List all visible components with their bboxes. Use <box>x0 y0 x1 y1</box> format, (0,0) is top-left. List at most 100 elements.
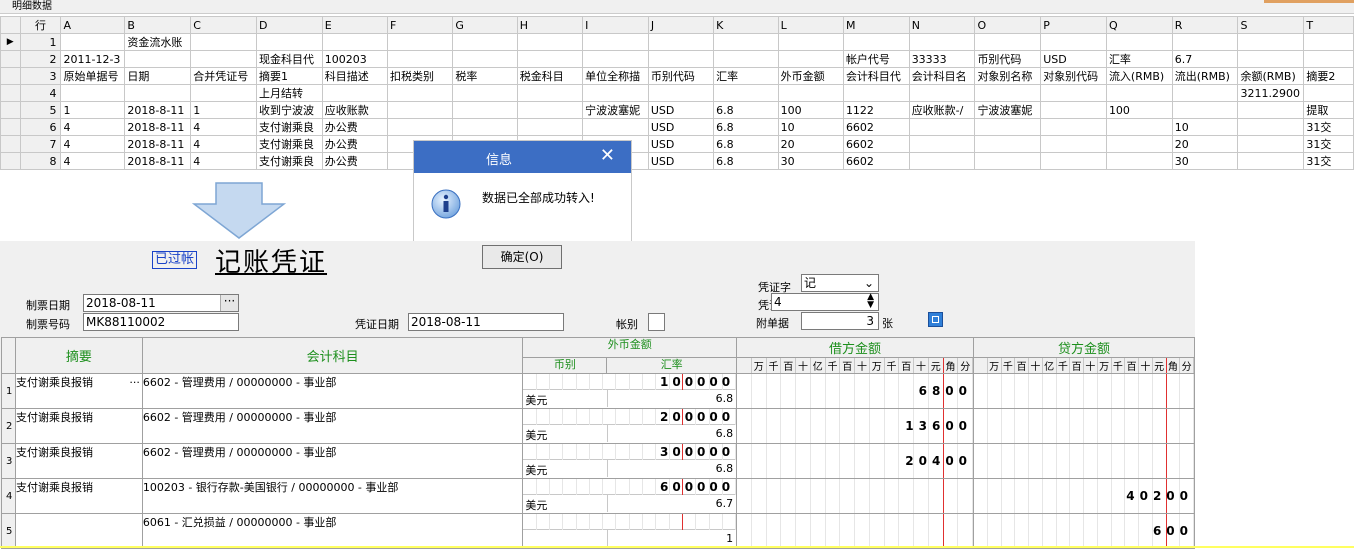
grid-cell[interactable] <box>1105 152 1173 170</box>
close-icon[interactable]: ✕ <box>600 145 615 166</box>
grid-cell[interactable]: 对象别代码 <box>1040 67 1107 85</box>
grid-cell[interactable] <box>516 101 584 119</box>
grid-cell[interactable] <box>1237 135 1305 153</box>
grid-cell[interactable]: 2018-8-11 <box>124 152 192 170</box>
line-debit-amount[interactable]: 6800 <box>736 373 975 409</box>
grid-cell[interactable]: 会计科目代 <box>842 67 910 85</box>
line-account[interactable]: 6602 - 管理费用 / 00000000 - 事业部 <box>141 443 524 479</box>
grid-cell[interactable]: 宁波波塞妮 <box>974 101 1042 119</box>
row-selector[interactable] <box>0 135 21 153</box>
grid-cell[interactable]: 31交 <box>1303 135 1354 153</box>
grid-cell[interactable]: USD <box>1040 50 1107 68</box>
grid-cell[interactable] <box>1040 152 1107 170</box>
grid-cell[interactable] <box>387 84 454 102</box>
grid-cell[interactable]: 应收账款 <box>321 101 389 119</box>
row-selector[interactable] <box>0 67 21 85</box>
grid-cell[interactable]: 1122 <box>842 101 910 119</box>
grid-cell[interactable]: 应收账款-/ <box>908 101 976 119</box>
line-fx-amount[interactable]: 600000 美元 6.7 <box>522 478 738 514</box>
grid-cell[interactable] <box>974 33 1042 51</box>
voucher-date-field[interactable]: 2018-08-11 <box>408 313 564 331</box>
stepper-arrows-icon[interactable]: ▲ ▼ <box>867 293 874 310</box>
column-header[interactable]: G <box>452 16 518 34</box>
row-selector[interactable] <box>0 101 21 119</box>
column-header[interactable]: Q <box>1105 16 1173 34</box>
voucher-word-select[interactable]: 记 ⌄ <box>801 274 879 292</box>
grid-cell[interactable]: 6602 <box>842 135 910 153</box>
line-summary[interactable] <box>14 513 143 549</box>
line-summary[interactable]: 支付谢乘良报销 <box>14 443 143 479</box>
grid-cell[interactable]: 1 <box>60 101 126 119</box>
line-credit-amount[interactable] <box>973 443 1195 479</box>
grid-cell[interactable] <box>452 101 518 119</box>
grid-cell[interactable]: 4 <box>190 118 257 136</box>
grid-cell[interactable]: 办公费 <box>321 118 389 136</box>
grid-cell[interactable]: 币别代码 <box>647 67 715 85</box>
grid-cell[interactable] <box>1105 84 1173 102</box>
ellipsis-icon[interactable]: ··· <box>129 376 140 389</box>
grid-cell[interactable] <box>908 135 976 153</box>
table-row[interactable]: 6 4 2018-8-11 4 支付谢乘良 办公费 USD 6.8 10 6602 10 31交 <box>0 118 1354 136</box>
line-account[interactable]: 100203 - 银行存款-美国银行 / 00000000 - 事业部 <box>141 478 524 514</box>
line-account[interactable]: 6602 - 管理费用 / 00000000 - 事业部 <box>141 373 524 409</box>
grid-cell[interactable] <box>516 84 584 102</box>
grid-cell[interactable]: 单位全称描 <box>582 67 649 85</box>
row-pointer-icon[interactable]: ▶ <box>0 33 21 51</box>
grid-cell[interactable] <box>452 84 518 102</box>
column-header[interactable]: O <box>974 16 1042 34</box>
grid-cell[interactable] <box>1171 101 1239 119</box>
grid-cell[interactable] <box>908 118 976 136</box>
grid-cell[interactable]: 33333 <box>908 50 976 68</box>
column-header[interactable]: H <box>516 16 584 34</box>
grid-cell[interactable]: 日期 <box>124 67 192 85</box>
grid-cell[interactable]: 摘要1 <box>255 67 323 85</box>
grid-cell[interactable] <box>582 50 649 68</box>
grid-cell[interactable] <box>974 152 1042 170</box>
line-fx-amount[interactable]: 100000 美元 6.8 <box>522 373 738 409</box>
grid-cell[interactable] <box>190 50 257 68</box>
grid-cell[interactable] <box>1303 84 1354 102</box>
column-header[interactable]: K <box>713 16 779 34</box>
line-credit-amount[interactable]: 40200 <box>973 478 1195 514</box>
grid-cell[interactable] <box>321 33 389 51</box>
column-header[interactable]: P <box>1040 16 1107 34</box>
grid-cell[interactable]: USD <box>647 118 715 136</box>
grid-cell[interactable] <box>1237 101 1305 119</box>
line-fx-amount[interactable]: 200000 美元 6.8 <box>522 408 738 444</box>
grid-cell[interactable] <box>255 33 323 51</box>
grid-cell[interactable]: 30 <box>1171 152 1239 170</box>
grid-cell[interactable] <box>647 84 715 102</box>
make-date-field[interactable]: 2018-08-11 ··· <box>83 294 239 312</box>
grid-cell[interactable]: 6602 <box>842 152 910 170</box>
grid-cell[interactable] <box>124 50 192 68</box>
grid-cell[interactable] <box>60 84 126 102</box>
grid-cell[interactable]: 100 <box>1105 101 1173 119</box>
grid-cell[interactable] <box>1040 135 1107 153</box>
grid-cell[interactable] <box>452 50 518 68</box>
grid-cell[interactable]: 10 <box>1171 118 1239 136</box>
table-row[interactable]: 4 上月结转 3211.2900 <box>0 84 1354 102</box>
grid-cell[interactable]: USD <box>647 135 715 153</box>
grid-cell[interactable] <box>387 101 454 119</box>
grid-cell[interactable]: 支付谢乘良 <box>255 135 323 153</box>
grid-cell[interactable] <box>1171 33 1239 51</box>
grid-cell[interactable]: 4 <box>60 135 126 153</box>
grid-cell[interactable]: 31交 <box>1303 118 1354 136</box>
voucher-line[interactable]: 5 6061 - 汇兑损益 / 00000000 - 事业部 1 600 <box>1 513 1195 549</box>
grid-cell[interactable]: 20 <box>777 135 844 153</box>
grid-cell[interactable] <box>908 152 976 170</box>
grid-cell[interactable] <box>582 118 649 136</box>
grid-cell[interactable]: 3211.2900 <box>1237 84 1305 102</box>
grid-cell[interactable]: 办公费 <box>321 152 389 170</box>
grid-cell[interactable]: 1 <box>190 101 257 119</box>
row-selector[interactable] <box>0 118 21 136</box>
grid-cell[interactable] <box>1105 135 1173 153</box>
column-header[interactable]: J <box>647 16 715 34</box>
grid-cell[interactable] <box>190 84 257 102</box>
grid-cell[interactable]: 支付谢乘良 <box>255 152 323 170</box>
grid-cell[interactable] <box>647 33 715 51</box>
grid-cell[interactable]: 税率 <box>452 67 518 85</box>
grid-cell[interactable] <box>1237 152 1305 170</box>
column-header[interactable]: I <box>582 16 649 34</box>
grid-cell[interactable]: 2011-12-3 <box>60 50 126 68</box>
